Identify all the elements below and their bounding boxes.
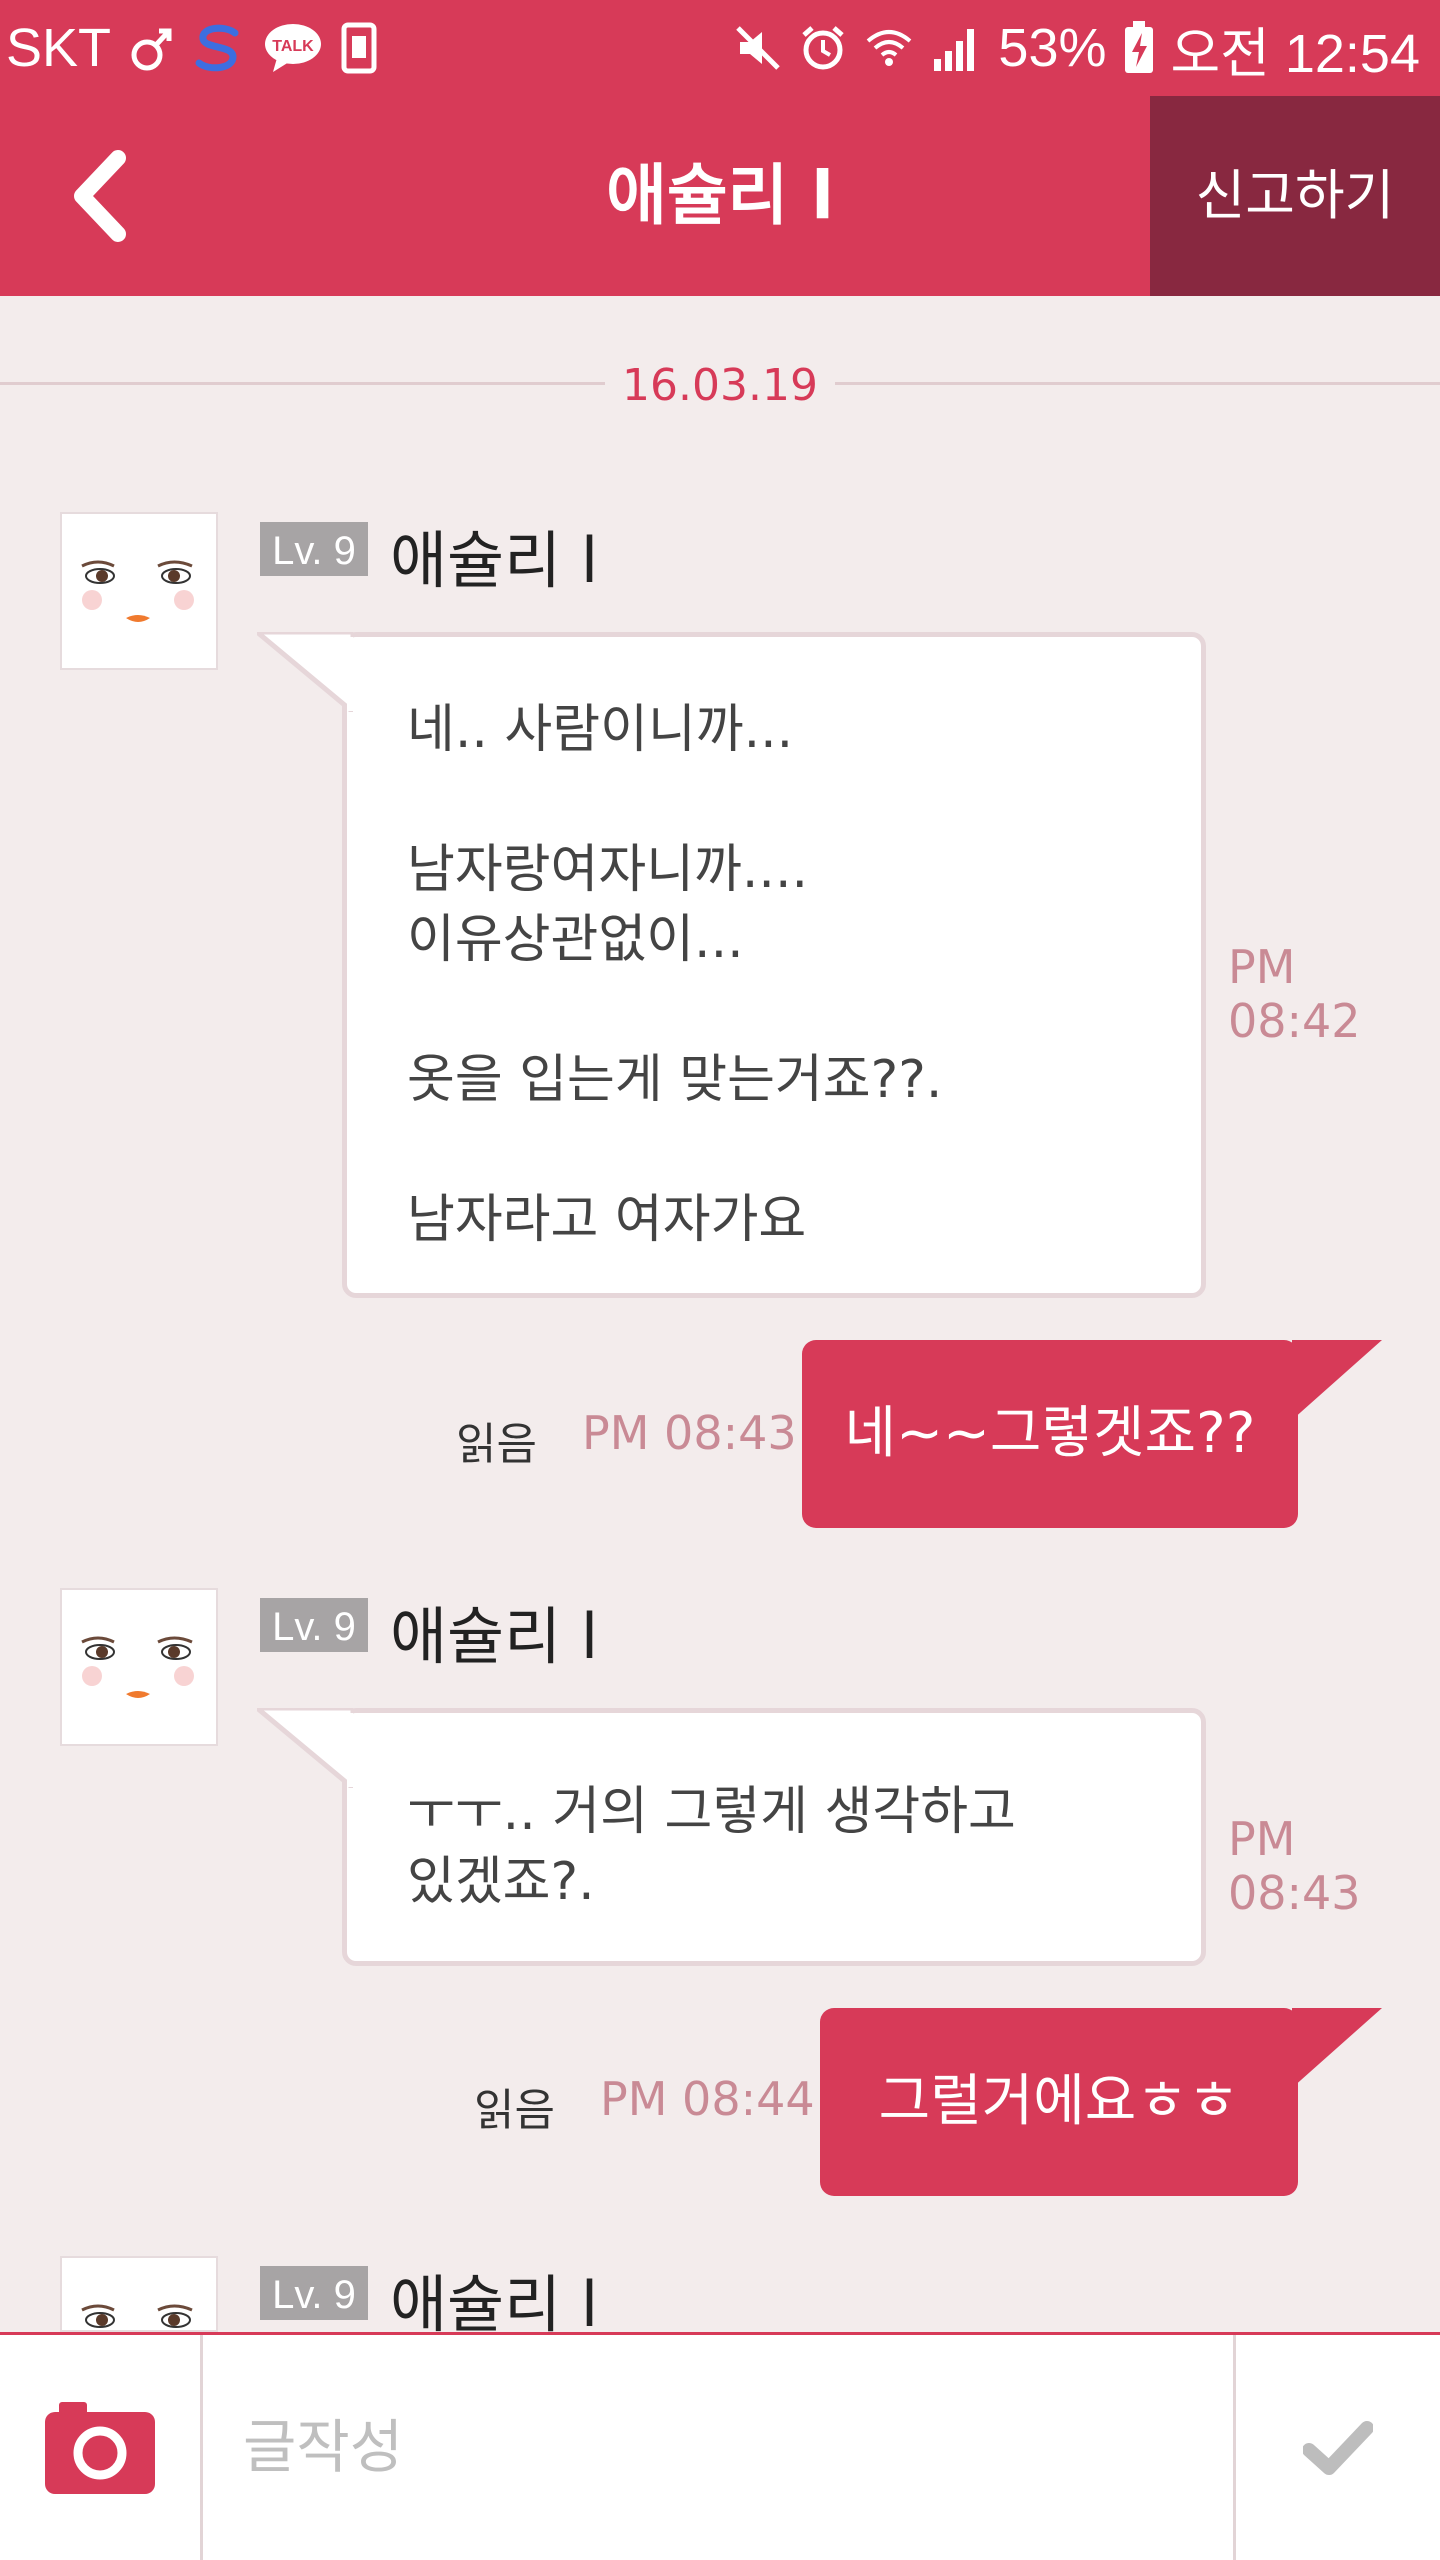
- mute-icon: [734, 24, 782, 72]
- carrier-label: SKT: [6, 18, 112, 78]
- sim-icon: [341, 22, 377, 74]
- bubble-tail: [1292, 2008, 1382, 2088]
- sender-name: 애슐리 l: [390, 2268, 599, 2341]
- level-badge: Lv. 9: [260, 1598, 368, 1652]
- status-time: 오전 12:54: [1170, 23, 1421, 84]
- status-bar: SKT TALK 53% 오전 12:54: [0, 0, 1440, 96]
- message-time: PM 08:43: [582, 1406, 797, 1460]
- male-symbol-icon: [129, 23, 173, 73]
- divider-line: [0, 382, 605, 385]
- avatar[interactable]: [60, 1588, 218, 1746]
- outgoing-message-bubble: 그럴거에요ㅎㅎ: [820, 2008, 1382, 2196]
- avatar[interactable]: [60, 512, 218, 670]
- report-button[interactable]: 신고하기: [1150, 96, 1440, 296]
- message-time: PM 08:42: [1228, 940, 1361, 1048]
- signal-icon: [930, 23, 982, 73]
- camera-button[interactable]: [0, 2335, 200, 2560]
- level-badge: Lv. 9: [260, 2266, 368, 2320]
- message-time: PM 08:44: [600, 2072, 815, 2126]
- alarm-icon: [798, 23, 848, 73]
- message-text: 그럴거에요ㅎㅎ: [878, 2069, 1240, 2134]
- incoming-message-bubble: 네.. 사람이니까... 남자랑여자니까.... 이유상관없이... 옷을 입는…: [257, 632, 1206, 1298]
- camera-icon: [45, 2401, 155, 2494]
- incoming-message-bubble: ㅜㅜ.. 거의 그렇게 생각하고 있겠죠?.: [257, 1708, 1206, 1966]
- date-divider: 16.03.19: [0, 360, 1440, 420]
- s-app-icon: [191, 21, 245, 75]
- level-badge: Lv. 9: [260, 522, 368, 576]
- outgoing-message-bubble: 네~~그렇겟죠??: [802, 1340, 1382, 1528]
- send-button[interactable]: [1236, 2335, 1440, 2560]
- battery-percent: 53%: [998, 18, 1107, 78]
- read-receipt: 읽음: [474, 2085, 555, 2136]
- svg-text:TALK: TALK: [272, 38, 314, 55]
- read-receipt: 읽음: [456, 1419, 537, 1470]
- wifi-icon: [864, 23, 914, 73]
- chat-header: 애슐리 l 신고하기: [0, 96, 1440, 296]
- message-composer: 글작성: [0, 2332, 1440, 2560]
- divider-line: [835, 382, 1440, 385]
- message-input[interactable]: 글작성: [200, 2335, 1236, 2560]
- avatar[interactable]: [60, 2256, 218, 2332]
- checkmark-icon: [1303, 2420, 1373, 2475]
- message-time: PM 08:43: [1228, 1812, 1361, 1920]
- sender-name: 애슐리 l: [390, 1600, 599, 1673]
- bubble-tail: [1292, 1340, 1382, 1420]
- message-text: 네.. 사람이니까... 남자랑여자니까.... 이유상관없이... 옷을 입는…: [407, 700, 943, 1250]
- talk-bubble-icon: TALK: [263, 22, 323, 74]
- date-label: 16.03.19: [622, 360, 818, 411]
- message-text: 네~~그렇겟죠??: [844, 1401, 1256, 1466]
- bubble-tail: [257, 1708, 353, 1788]
- sender-name: 애슐리 l: [390, 524, 599, 597]
- message-text: ㅜㅜ.. 거의 그렇게 생각하고 있겠죠?.: [407, 1782, 1016, 1912]
- bubble-tail: [257, 632, 353, 712]
- battery-charging-icon: [1123, 21, 1155, 75]
